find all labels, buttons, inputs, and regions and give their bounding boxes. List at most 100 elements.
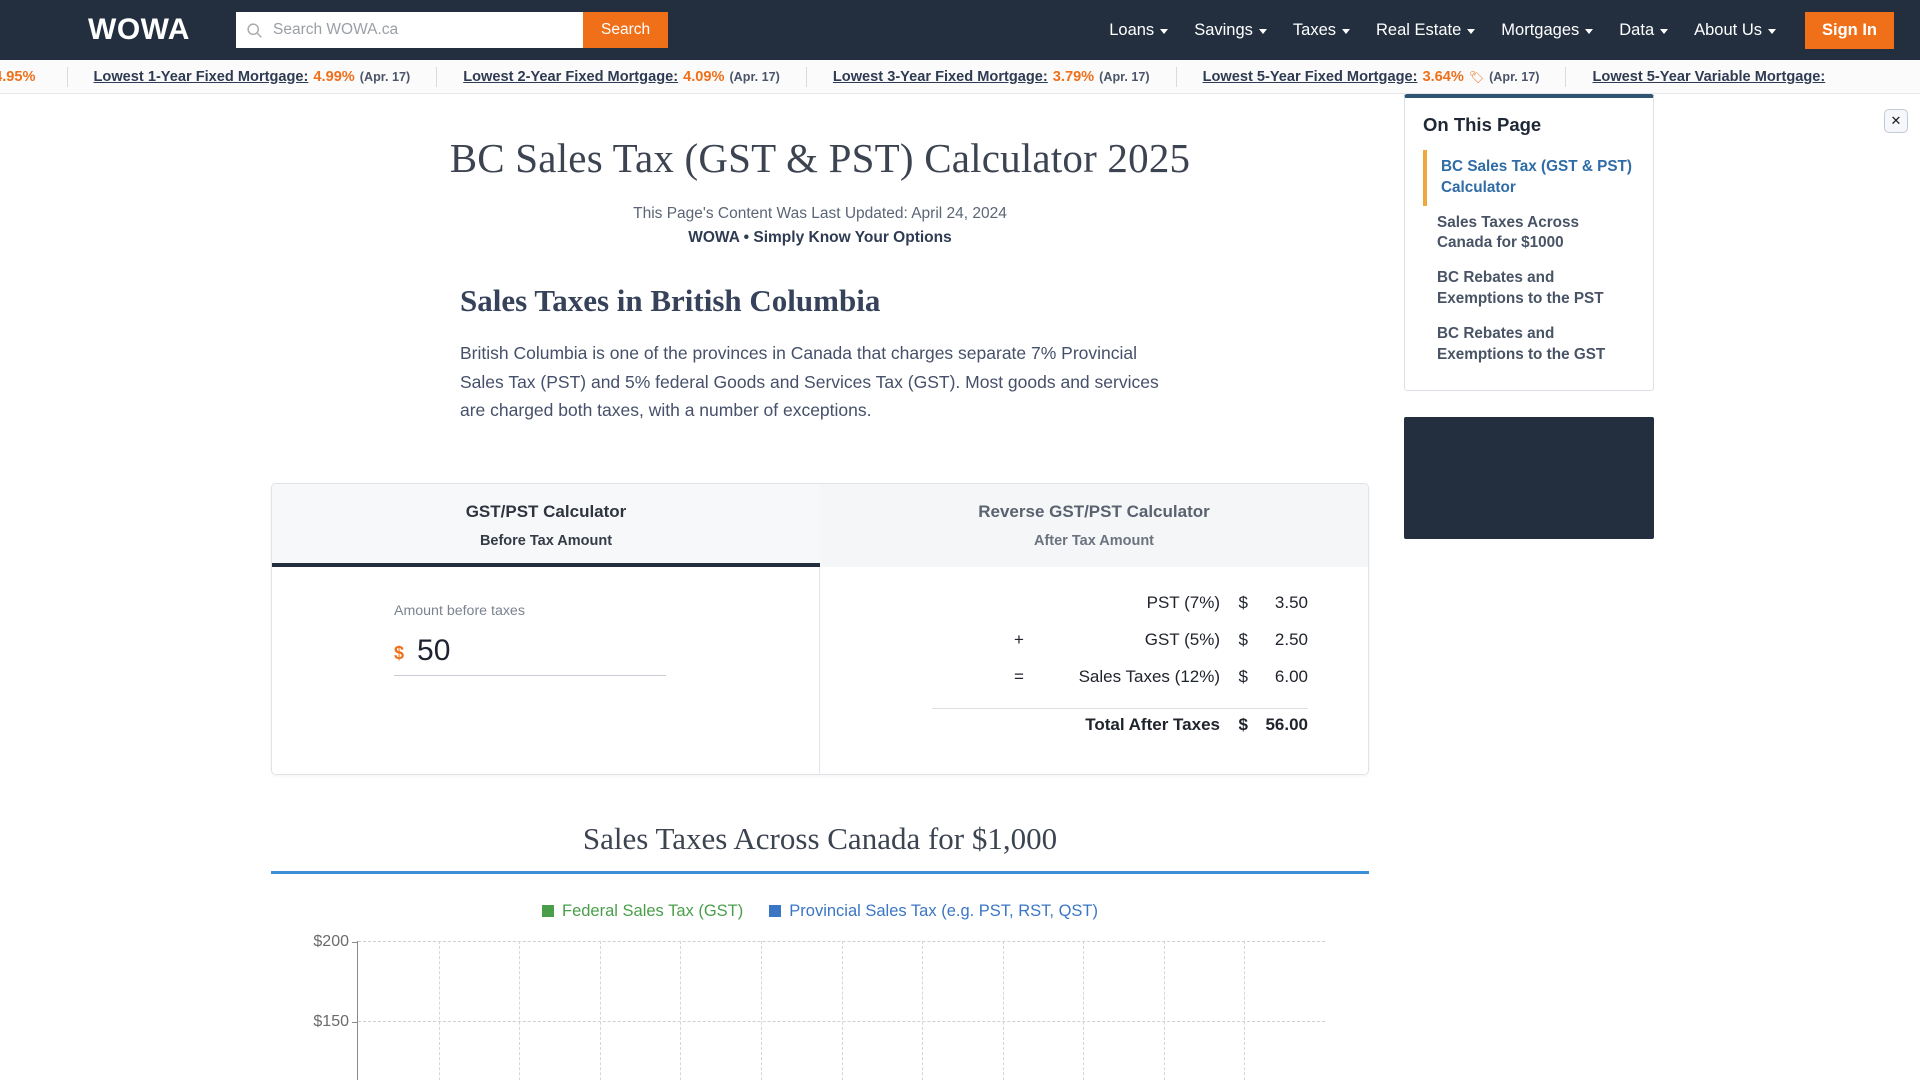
gridline-x: [519, 940, 521, 1080]
search-button[interactable]: Search: [582, 12, 669, 48]
search-area: Search: [235, 12, 669, 48]
legend-swatch-federal: [542, 905, 554, 918]
gridline-x: [841, 940, 843, 1080]
chevron-down-icon: [1342, 28, 1350, 34]
ticker-item[interactable]: Lowest 1-Year Fixed Mortgage: 4.99% (Apr…: [68, 66, 438, 87]
section-body-text: British Columbia is one of the provinces…: [460, 343, 1159, 421]
gridline-x: [680, 940, 682, 1080]
chevron-down-icon: [1258, 28, 1267, 34]
nav-item-taxes[interactable]: Taxes: [1280, 21, 1363, 40]
ticker-value: 4.99%: [313, 68, 355, 85]
result-label: GST (5%): [1144, 629, 1220, 649]
nav-item-real-estate[interactable]: Real Estate: [1363, 21, 1488, 40]
chevron-down-icon: [1660, 28, 1669, 34]
otp-item-bc-rebates-pst[interactable]: BC Rebates and Exemptions to the PST: [1423, 261, 1635, 317]
nav-item-label: Loans: [1109, 20, 1155, 39]
last-updated-text: This Page's Content Was Last Updated: Ap…: [633, 205, 1007, 222]
result-value: 2.50: [1274, 629, 1308, 649]
on-this-page-title: On This Page: [1423, 114, 1542, 135]
legend-label: Provincial Sales Tax (e.g. PST, RST, QST…: [789, 901, 1098, 920]
ticker-item[interactable]: Lowest 3-Year Fixed Mortgage: 3.79% (Apr…: [807, 66, 1177, 87]
ticker-date: (Apr. 17): [1099, 69, 1150, 84]
legend-entry-federal[interactable]: Federal Sales Tax (GST): [542, 902, 743, 921]
ticker-label[interactable]: Lowest 5-Year Variable Mortgage:: [1592, 67, 1825, 87]
amount-input-row[interactable]: $: [394, 632, 666, 676]
gridline-x: [1163, 940, 1165, 1080]
sales-taxes-chart-section: Sales Taxes Across Canada for $1,000 Fed…: [271, 821, 1369, 1080]
ticker-label[interactable]: Lowest 5-Year Fixed Mortgage:: [1203, 67, 1418, 87]
nav-item-label: Real Estate: [1376, 20, 1462, 39]
ticker-value: 3.64%: [1422, 68, 1464, 85]
ticker-label[interactable]: Lowest 1-Year Fixed Mortgage:: [94, 67, 309, 87]
ticker-value: 3.79%: [1052, 68, 1095, 85]
result-row-total: Total After Taxes $ 56.00: [820, 715, 1308, 752]
chevron-down-icon: [1768, 28, 1776, 34]
search-box[interactable]: [235, 12, 583, 48]
otp-item-bc-rebates-gst[interactable]: BC Rebates and Exemptions to the GST: [1423, 317, 1635, 373]
nav-item-about-us[interactable]: About Us: [1681, 21, 1789, 40]
gridline-x: [760, 940, 762, 1080]
page-title: BC Sales Tax (GST & PST) Calculator 2025: [449, 135, 1191, 181]
calculator-body: Amount before taxes $ PST (7%) $ 3.50 +: [272, 566, 1368, 774]
chart-plot-wrapper: $200 $150 $100: [271, 931, 1369, 1080]
amount-before-taxes-input[interactable]: [415, 632, 616, 669]
chart-title-rule: [271, 870, 1369, 874]
gridline-x: [438, 940, 440, 1080]
otp-item-sales-taxes-across-canada[interactable]: Sales Taxes Across Canada for $1000: [1423, 206, 1635, 262]
amount-input-label: Amount before taxes: [394, 602, 525, 619]
result-currency: $: [1238, 714, 1248, 734]
ytick-label-150: $150: [313, 1013, 349, 1031]
result-row-sales-taxes: = Sales Taxes (12%) $ 6.00: [820, 667, 1308, 704]
ticker-label[interactable]: Lowest 2-Year Fixed Mortgage:: [463, 67, 678, 87]
result-label: PST (7%): [1146, 592, 1220, 612]
nav-item-label: Mortgages: [1501, 20, 1580, 39]
ticker-item[interactable]: Prime Rate: 4.95%: [0, 66, 68, 87]
chart-title: Sales Taxes Across Canada for $1,000: [582, 820, 1058, 856]
legend-entry-provincial[interactable]: Provincial Sales Tax (e.g. PST, RST, QST…: [769, 902, 1098, 921]
nav-item-data[interactable]: Data: [1606, 21, 1681, 40]
result-currency: $: [1238, 629, 1248, 649]
gridline-x: [599, 940, 601, 1080]
search-input[interactable]: [270, 20, 573, 40]
result-operator: =: [1014, 666, 1024, 686]
nav-item-loans[interactable]: Loans: [1096, 21, 1181, 40]
result-row-pst: PST (7%) $ 3.50: [820, 593, 1308, 630]
otp-item-bc-sales-tax-calculator[interactable]: BC Sales Tax (GST & PST) Calculator: [1423, 150, 1635, 206]
tab-gst-pst-calculator[interactable]: GST/PST Calculator Before Tax Amount: [272, 483, 820, 567]
result-row-gst: + GST (5%) $ 2.50: [820, 630, 1308, 667]
gridline-x: [1083, 940, 1085, 1080]
rates-ticker-bar: Prime Rate: 4.95% Lowest 1-Year Fixed Mo…: [0, 60, 1920, 94]
result-operator: +: [1014, 629, 1024, 649]
result-label: Total After Taxes: [1085, 714, 1220, 734]
ticker-value: 4.95%: [0, 68, 36, 85]
gridline-x: [922, 940, 924, 1080]
nav-links: Loans Savings Taxes Real Estate Mortgage…: [1096, 11, 1894, 49]
chart-plot-area: $200 $150 $100: [313, 933, 1325, 1080]
ticker-item[interactable]: Lowest 5-Year Fixed Mortgage: 3.64% 🏷 (A…: [1177, 66, 1567, 87]
nav-item-label: Data: [1619, 20, 1655, 39]
calculator-results-panel: PST (7%) $ 3.50 + GST (5%) $ 2.50 = Sale…: [820, 567, 1368, 774]
tab-title: GST/PST Calculator: [465, 501, 627, 521]
ticker-item[interactable]: Lowest 5-Year Variable Mortgage:: [1566, 67, 1851, 87]
calculator-input-panel: Amount before taxes $: [272, 566, 820, 774]
sign-in-button[interactable]: Sign In: [1805, 11, 1894, 49]
result-value: 6.00: [1274, 666, 1308, 686]
wowa-logo[interactable]: WOWA: [88, 13, 190, 47]
close-icon[interactable]: ✕: [1884, 109, 1908, 133]
advertisement-placeholder[interactable]: [1404, 417, 1654, 540]
gst-pst-calculator-widget: GST/PST Calculator Before Tax Amount Rev…: [271, 482, 1369, 775]
tab-subtitle: Before Tax Amount: [479, 532, 613, 549]
nav-item-mortgages[interactable]: Mortgages: [1488, 21, 1606, 40]
on-this-page-card: On This Page BC Sales Tax (GST & PST) Ca…: [1404, 94, 1654, 392]
tag-icon: 🏷: [1468, 69, 1485, 84]
search-icon: [247, 22, 262, 38]
ytick-label-200: $200: [313, 932, 349, 950]
ticker-label[interactable]: Lowest 3-Year Fixed Mortgage:: [833, 67, 1048, 87]
gridline-x: [1244, 940, 1246, 1080]
ticker-item[interactable]: Lowest 2-Year Fixed Mortgage: 4.09% (Apr…: [437, 66, 807, 87]
chart-legend: Federal Sales Tax (GST) Provincial Sales…: [271, 902, 1369, 921]
tab-reverse-gst-pst-calculator[interactable]: Reverse GST/PST Calculator After Tax Amo…: [820, 484, 1368, 567]
page-body: ✕ BC Sales Tax (GST & PST) Calculator 20…: [0, 94, 1920, 1080]
nav-item-label: Savings: [1194, 20, 1253, 39]
nav-item-savings[interactable]: Savings: [1181, 21, 1280, 40]
